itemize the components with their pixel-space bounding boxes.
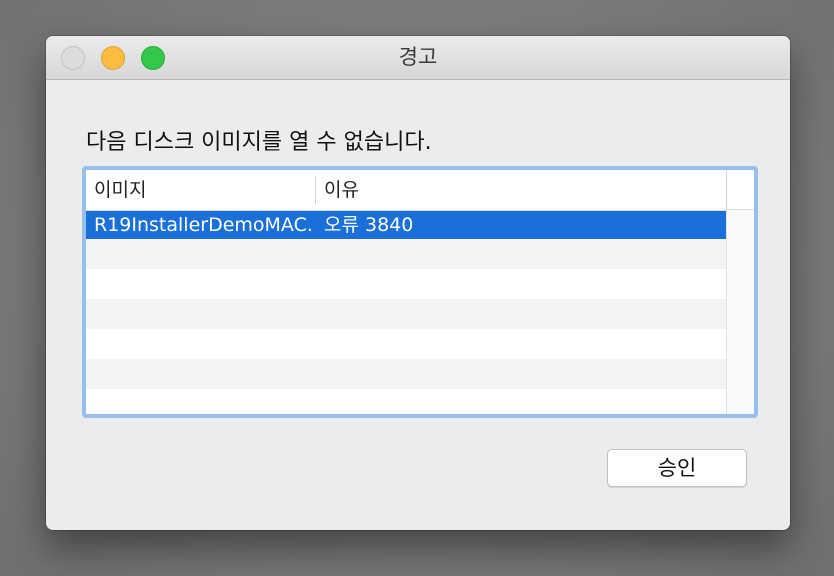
- empty-row: [86, 269, 726, 299]
- empty-row: [86, 389, 726, 414]
- window-title: 경고: [398, 45, 438, 69]
- empty-row: [86, 359, 726, 389]
- alert-window: 경고 다음 디스크 이미지를 열 수 없습니다. 이미지 이유 R19Insta…: [46, 36, 790, 530]
- header-corner: [726, 170, 754, 210]
- table-header: 이미지 이유: [86, 170, 726, 211]
- table-row[interactable]: R19InstallerDemoMAC. 오류 3840: [86, 211, 726, 239]
- cell-image-name: R19InstallerDemoMAC.: [94, 214, 313, 236]
- cell-reason: 오류 3840: [324, 214, 414, 236]
- table-viewport: 이미지 이유 R19InstallerDemoMAC. 오류 3840: [86, 170, 754, 414]
- ok-button[interactable]: 승인: [607, 449, 747, 487]
- alert-message: 다음 디스크 이미지를 열 수 없습니다.: [86, 130, 432, 155]
- column-header-reason[interactable]: 이유: [324, 170, 359, 210]
- vertical-scrollbar[interactable]: [726, 210, 754, 414]
- column-header-image[interactable]: 이미지: [94, 170, 146, 210]
- title-bar[interactable]: 경고: [46, 36, 790, 80]
- empty-row: [86, 239, 726, 269]
- table-body: R19InstallerDemoMAC. 오류 3840: [86, 211, 726, 414]
- column-divider: [315, 176, 316, 204]
- images-table[interactable]: 이미지 이유 R19InstallerDemoMAC. 오류 3840: [82, 166, 758, 418]
- empty-row: [86, 329, 726, 359]
- empty-row: [86, 299, 726, 329]
